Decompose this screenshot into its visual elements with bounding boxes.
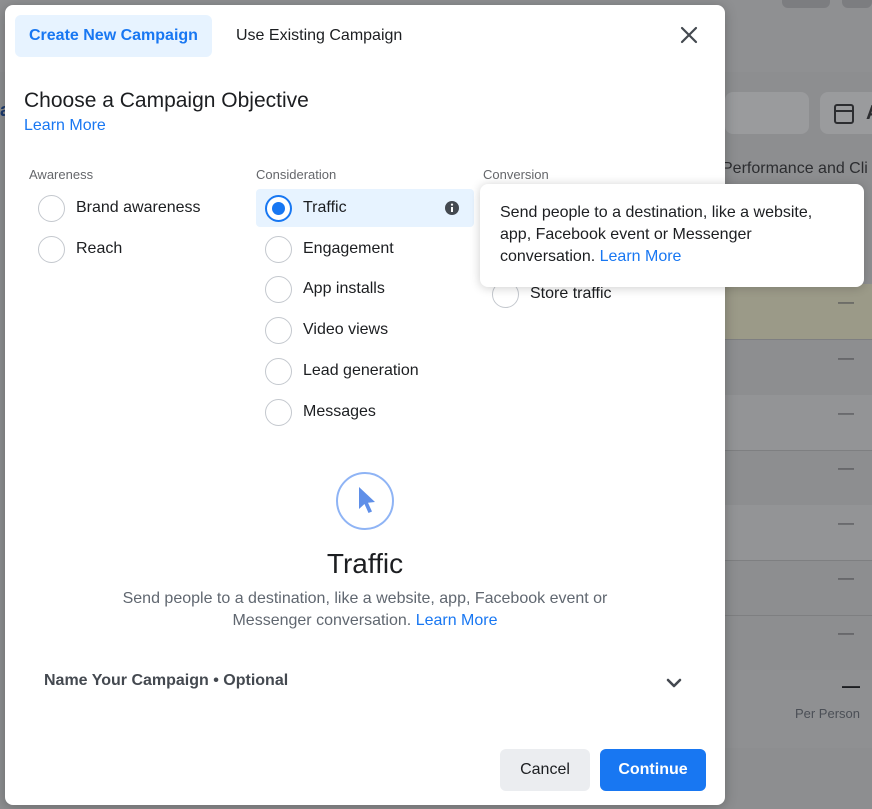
- background-row: —: [725, 395, 872, 451]
- radio-button[interactable]: [265, 357, 292, 385]
- background-card-letter: A: [866, 102, 872, 125]
- description-text: Send people to a destination, like a web…: [122, 590, 608, 629]
- option-label: App installs: [303, 280, 385, 297]
- option-label: Store traffic: [530, 285, 612, 302]
- per-person-label: Per Person: [794, 706, 860, 721]
- dash-value: —: [838, 625, 854, 642]
- cursor-icon: [336, 472, 394, 530]
- background-button: [782, 0, 830, 8]
- dash-value: —: [838, 460, 854, 477]
- option-label: Lead generation: [303, 362, 419, 379]
- background-footer: — Per Person: [725, 670, 872, 748]
- dash-value: —: [838, 294, 854, 311]
- info-icon[interactable]: [444, 200, 460, 216]
- radio-button[interactable]: [38, 235, 65, 263]
- traffic-info-tooltip: Send people to a destination, like a web…: [480, 184, 864, 287]
- dash-value: —: [838, 515, 854, 532]
- option-label: Video views: [303, 321, 389, 338]
- objective-description: Send people to a destination, like a web…: [105, 588, 625, 632]
- option-messages[interactable]: Messages: [256, 393, 474, 431]
- column-label-awareness: Awareness: [29, 167, 94, 182]
- continue-button[interactable]: Continue: [600, 749, 706, 791]
- background-row: —: [725, 284, 872, 340]
- name-section-label: Name Your Campaign • Optional: [44, 672, 289, 689]
- background-column-header: Performance and Cli: [722, 160, 868, 177]
- option-label: Brand awareness: [76, 199, 201, 216]
- column-label-conversion: Conversion: [483, 167, 549, 182]
- cancel-button[interactable]: Cancel: [500, 749, 590, 791]
- option-lead-generation[interactable]: Lead generation: [256, 352, 474, 390]
- background-row: —: [725, 560, 872, 616]
- dash-value: —: [838, 405, 854, 422]
- option-label: Reach: [76, 240, 123, 257]
- radio-button-checked[interactable]: [265, 194, 292, 222]
- chevron-down-icon[interactable]: [664, 673, 684, 693]
- background-row: —: [725, 615, 872, 671]
- tab-create-new-campaign[interactable]: Create New Campaign: [15, 15, 212, 57]
- dash-value: —: [838, 350, 854, 367]
- option-traffic[interactable]: Traffic: [256, 189, 474, 227]
- background-card: [725, 92, 809, 134]
- dash-value: —: [838, 570, 854, 587]
- close-icon[interactable]: [677, 23, 701, 47]
- radio-button[interactable]: [265, 398, 292, 426]
- background-button: [842, 0, 872, 8]
- radio-button[interactable]: [265, 275, 292, 303]
- column-label-consideration: Consideration: [256, 167, 337, 182]
- option-engagement[interactable]: Engagement: [256, 230, 474, 268]
- option-brand-awareness[interactable]: Brand awareness: [29, 189, 239, 227]
- option-label: Traffic: [303, 199, 347, 216]
- dash-value: —: [842, 676, 860, 696]
- option-label: Engagement: [303, 240, 394, 257]
- option-video-views[interactable]: Video views: [256, 311, 474, 349]
- learn-more-link[interactable]: Learn More: [24, 117, 106, 135]
- radio-button[interactable]: [265, 235, 292, 263]
- option-label: Messages: [303, 403, 376, 420]
- name-your-campaign-section[interactable]: Name Your Campaign • Optional: [24, 663, 684, 703]
- background-row: —: [725, 505, 872, 561]
- option-app-installs[interactable]: App installs: [256, 270, 474, 308]
- dialog-heading: Choose a Campaign Objective: [24, 89, 309, 112]
- description-learn-more-link[interactable]: Learn More: [416, 612, 498, 629]
- tooltip-body: Send people to a destination, like a web…: [500, 202, 844, 268]
- objective-title: Traffic: [326, 548, 404, 579]
- tab-use-existing-campaign[interactable]: Use Existing Campaign: [222, 15, 416, 57]
- background-row: —: [725, 450, 872, 506]
- tooltip-learn-more-link[interactable]: Learn More: [600, 248, 682, 265]
- window-icon: [834, 104, 854, 124]
- radio-button[interactable]: [265, 316, 292, 344]
- option-reach[interactable]: Reach: [29, 230, 239, 268]
- background-card: A: [820, 92, 872, 134]
- background-row: —: [725, 340, 872, 396]
- campaign-objective-dialog: Create New Campaign Use Existing Campaig…: [5, 5, 725, 805]
- radio-button[interactable]: [38, 194, 65, 222]
